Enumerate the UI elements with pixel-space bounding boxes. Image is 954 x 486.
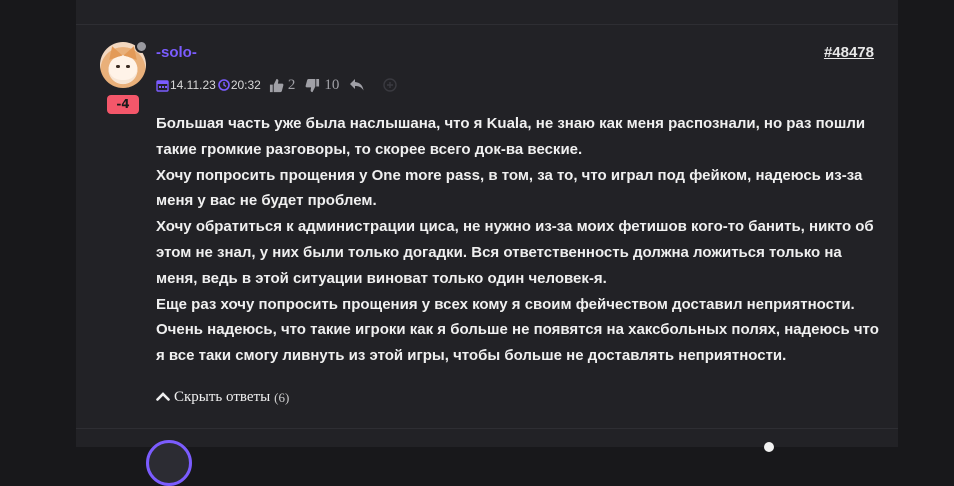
comment-body: Большая часть уже была наслышана, что я …: [156, 111, 886, 369]
page-left-margin: [0, 0, 76, 447]
comment-paragraph: Большая часть уже была наслышана, что я …: [156, 115, 866, 158]
hide-replies-label: Скрыть ответы: [174, 389, 271, 405]
post-meta: 14.11.23 20:32 2 10: [156, 76, 398, 94]
calendar-icon: [156, 79, 169, 92]
comment-paragraph: Хочу обратиться к администрации циса, не…: [156, 218, 874, 287]
replies-count: (6): [274, 389, 290, 405]
thumbs-up-icon[interactable]: [269, 78, 284, 93]
comment-card: -4 -solo- #48478 14.11.23 20:32 2 10 Бол…: [76, 0, 898, 486]
likes-count: 2: [287, 76, 296, 93]
page-right-margin: [898, 0, 954, 447]
reply-icon[interactable]: [349, 78, 365, 92]
post-id-link[interactable]: #48478: [824, 44, 874, 61]
avatar[interactable]: [100, 40, 148, 88]
add-reaction-icon[interactable]: [383, 78, 398, 92]
clock-icon: [218, 79, 230, 91]
chevron-up-icon: [156, 389, 170, 406]
comment-paragraph: Еще раз хочу попросить прощения у всех к…: [156, 295, 855, 313]
status-dot: [135, 40, 148, 53]
bottom-divider: [76, 428, 898, 429]
dislikes-count: 10: [324, 76, 340, 93]
thumbs-down-icon[interactable]: [305, 78, 320, 93]
post-date: 14.11.23: [170, 78, 216, 92]
reply-status-dot: [764, 442, 774, 452]
hide-replies-button[interactable]: Скрыть ответы (6): [156, 389, 289, 406]
comment-paragraph: Хочу попросить прощения у One more pass,…: [156, 166, 863, 210]
reputation-badge: -4: [107, 95, 139, 114]
top-divider: [76, 24, 898, 25]
post-time: 20:32: [230, 78, 261, 92]
username-link[interactable]: -solo-: [156, 44, 197, 61]
comment-paragraph: Очень надеюсь, что такие игроки как я бо…: [156, 321, 879, 365]
